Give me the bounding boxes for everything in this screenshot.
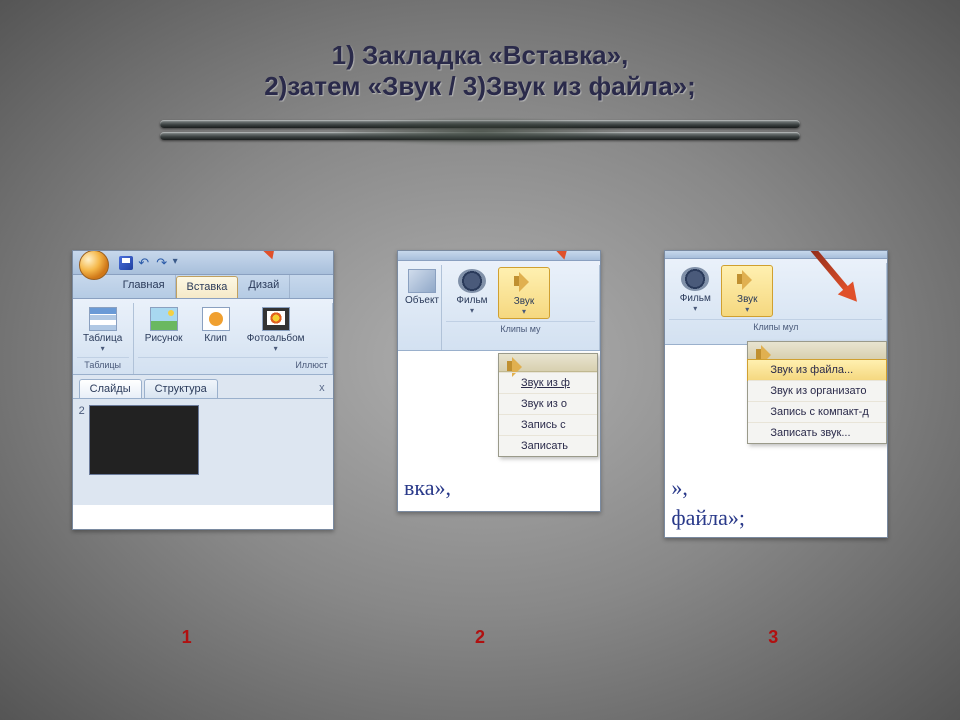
table-button[interactable]: Таблица ▾: [77, 305, 129, 355]
qat-dropdown-icon[interactable]: ▾: [173, 256, 187, 270]
menu-cd-audio[interactable]: Запись с компакт-д: [748, 401, 886, 422]
quick-access-toolbar: ↶ ↷ ▾: [73, 251, 333, 275]
clip-button[interactable]: Клип: [190, 305, 242, 355]
sound-dropdown-menu: Звук из ф Звук из о Запись с Записать: [498, 353, 598, 457]
background-text-fragment: файла»;: [671, 505, 745, 531]
film-reel-icon: [681, 267, 709, 291]
speaker-icon: [510, 270, 538, 294]
movie-button[interactable]: Фильм ▾: [446, 267, 498, 319]
screenshot-1: ↶ ↷ ▾ Главная Вставка Дизай Таблица ▾ Та…: [72, 250, 334, 530]
object-icon: [408, 269, 436, 293]
step-label-3: 3: [643, 627, 903, 648]
clip-icon: [202, 307, 230, 331]
ribbon: Таблица ▾ Таблицы Рисунок Клип: [73, 299, 333, 375]
background-text-fragment: вка»,: [404, 475, 451, 501]
sound-button[interactable]: Звук ▾: [721, 265, 773, 317]
screenshot-3: Фильм ▾ Звук ▾ Клипы мул Звук из файла..…: [664, 250, 888, 538]
outline-tab[interactable]: Структура: [144, 379, 218, 398]
object-button[interactable]: Объект: [402, 267, 442, 308]
tab-design[interactable]: Дизай: [238, 275, 290, 298]
slides-tab[interactable]: Слайды: [79, 379, 142, 398]
save-icon[interactable]: [119, 256, 133, 270]
menu-sound-from-file[interactable]: Звук из файла...: [747, 359, 887, 381]
menu-cd-audio[interactable]: Запись с: [499, 414, 597, 435]
slide-thumbnail[interactable]: [89, 405, 199, 475]
speaker-icon: [752, 343, 766, 357]
group-label-tables: Таблицы: [77, 357, 129, 372]
step-label-1: 1: [57, 627, 317, 648]
sound-dropdown-menu: Звук из файла... Звук из организато Запи…: [747, 341, 887, 444]
group-label-media: Клипы мул: [669, 319, 882, 334]
screenshot-2: Объект Фильм ▾ Звук ▾ Клипы му: [397, 250, 601, 512]
undo-icon[interactable]: ↶: [137, 256, 151, 270]
office-button[interactable]: [79, 250, 109, 280]
tab-insert[interactable]: Вставка: [176, 276, 239, 298]
group-label-illustrations: Иллюст: [138, 357, 328, 372]
picture-icon: [150, 307, 178, 331]
picture-button[interactable]: Рисунок: [138, 305, 190, 355]
photoalbum-icon: [262, 307, 290, 331]
slide-title: 1) Закладка «Вставка», 2)затем «Звук / 3…: [0, 0, 960, 102]
close-pane-icon[interactable]: x: [319, 379, 325, 398]
decorative-divider: [160, 120, 800, 142]
menu-record-sound[interactable]: Записать: [499, 435, 597, 456]
slide-number: 2: [79, 405, 85, 475]
ribbon-tabs: Главная Вставка Дизай: [73, 275, 333, 299]
menu-sound-from-organizer[interactable]: Звук из о: [499, 393, 597, 414]
tab-home[interactable]: Главная: [113, 275, 176, 298]
speaker-icon: [733, 268, 761, 292]
background-text-fragment: »,: [671, 475, 688, 501]
menu-sound-from-file[interactable]: Звук из ф: [499, 372, 597, 393]
movie-button[interactable]: Фильм ▾: [669, 265, 721, 317]
table-icon: [89, 307, 117, 331]
photoalbum-button[interactable]: Фотоальбом ▾: [242, 305, 310, 355]
group-label-media: Клипы му: [446, 321, 595, 336]
redo-icon[interactable]: ↷: [155, 256, 169, 270]
menu-record-sound[interactable]: Записать звук...: [748, 422, 886, 443]
menu-sound-from-organizer[interactable]: Звук из организато: [748, 380, 886, 401]
step-label-2: 2: [350, 627, 610, 648]
document-area: Слайды Структура x 2: [73, 375, 333, 505]
sound-button[interactable]: Звук ▾: [498, 267, 550, 319]
step-labels: 1 2 3: [0, 627, 960, 648]
speaker-icon: [503, 355, 517, 369]
film-reel-icon: [458, 269, 486, 293]
